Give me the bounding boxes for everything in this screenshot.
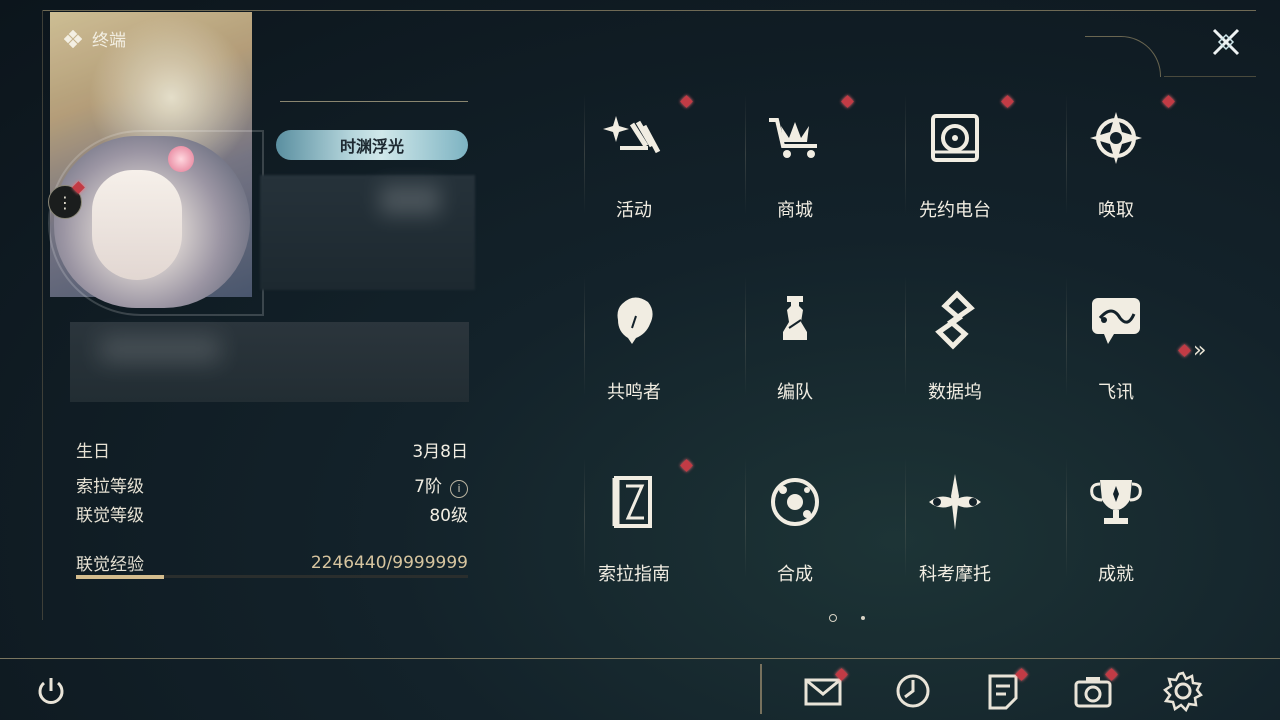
camera-button[interactable] (1072, 668, 1118, 712)
clock-button[interactable] (892, 670, 934, 712)
menu-item-4[interactable]: 共鸣者 (564, 280, 704, 430)
menu-item-7[interactable]: 飞讯 (1046, 280, 1186, 430)
menu-item-label: 飞讯 (1098, 382, 1134, 403)
grid-separator (905, 458, 906, 578)
grid-separator (1066, 458, 1067, 578)
synthesis-icon (771, 478, 819, 526)
menu-item-3[interactable]: 唤取 (1046, 95, 1186, 248)
birthday-label: 生日 (76, 442, 110, 462)
menu-item-label: 合成 (777, 564, 813, 585)
notice-button[interactable] (982, 668, 1028, 712)
menu-item-10[interactable]: 科考摩托 (885, 462, 1025, 612)
menu-item-label: 先约电台 (919, 200, 991, 221)
clock-icon (896, 674, 930, 708)
birthday-value: 3月8日 (412, 442, 468, 462)
notification-badge (841, 95, 854, 108)
sola-level-value: 7阶 (414, 477, 442, 497)
menu-item-label: 成就 (1098, 564, 1134, 585)
union-level-value: 80级 (429, 506, 468, 526)
terminal-icon (64, 29, 82, 48)
next-page-badge (1178, 344, 1191, 357)
menu-item-11[interactable]: 成就 (1046, 462, 1186, 612)
menu-item-9[interactable]: 合成 (725, 462, 865, 612)
sparkle-icon (603, 116, 661, 154)
data-dock-icon (935, 290, 975, 350)
info-row-union-level: 联觉等级 80级 (76, 501, 468, 526)
sola-level-label: 索拉等级 (76, 477, 144, 498)
grid-separator (1066, 94, 1067, 214)
crown-cart-icon (769, 118, 817, 158)
menu-item-6[interactable]: 数据坞 (885, 280, 1025, 430)
menu-item-8[interactable]: 索拉指南 (564, 459, 704, 612)
grid-separator (584, 94, 585, 214)
exp-label: 联觉经验 (76, 555, 144, 575)
frame-corner (1085, 36, 1161, 77)
menu-item-label: 商城 (777, 200, 813, 221)
frame-top-line (42, 10, 1256, 11)
close-icon[interactable] (1206, 22, 1246, 62)
menu-item-0[interactable]: 活动 (564, 95, 704, 248)
blurred-name-area (260, 175, 475, 290)
frame-right-line (1164, 76, 1256, 77)
grid-separator (905, 94, 906, 214)
grid-separator (584, 276, 585, 396)
double-chevron-right-icon: » (1193, 338, 1207, 363)
settings-gear-button[interactable] (1162, 670, 1204, 713)
exp-value: 2246440/9999999 (310, 552, 468, 573)
motorbike-icon (929, 474, 981, 530)
menu-item-label: 科考摩托 (919, 564, 991, 585)
guide-book-icon (612, 476, 652, 528)
info-row-exp: 联觉经验 2246440/9999999 (76, 550, 468, 576)
trophy-icon (1090, 480, 1142, 524)
title-badge-text: 时渊浮光 (339, 137, 404, 156)
chess-piece-icon (783, 296, 807, 340)
info-row-birthday: 生日 3月8日 (76, 437, 468, 462)
terminal-header: 终端 (64, 26, 126, 51)
power-icon[interactable] (34, 674, 68, 708)
character-head-icon (617, 297, 653, 344)
mail-button[interactable] (802, 668, 848, 712)
blurred-signature-area (70, 322, 469, 402)
frame-left-line (42, 10, 43, 620)
info-icon[interactable]: i (450, 479, 468, 498)
grid-separator (745, 458, 746, 578)
menu-item-5[interactable]: 编队 (725, 280, 865, 430)
notification-badge (680, 95, 693, 108)
chat-bubble-icon (1092, 298, 1140, 344)
avatar-flower (168, 146, 194, 172)
menu-item-label: 编队 (777, 382, 813, 403)
menu-item-label: 索拉指南 (598, 564, 670, 585)
terminal-label: 终端 (92, 31, 126, 51)
notification-badge (1162, 95, 1175, 108)
bottom-separator (760, 664, 762, 714)
exp-progress-fill (76, 575, 165, 579)
union-level-label: 联觉等级 (76, 506, 144, 526)
grid-separator (745, 94, 746, 214)
title-badge[interactable]: 时渊浮光 (276, 130, 468, 160)
compass-icon (1090, 112, 1142, 164)
menu-item-label: 数据坞 (928, 382, 982, 403)
title-divider (280, 101, 468, 102)
page-indicator-1[interactable] (829, 614, 837, 622)
grid-separator (745, 276, 746, 396)
notification-badge (680, 459, 693, 472)
grid-separator (905, 276, 906, 396)
info-row-sola-level: 索拉等级 7阶 i (76, 472, 468, 498)
bottom-bar-line (0, 658, 1280, 659)
grid-separator (584, 458, 585, 578)
next-page-button[interactable]: » (1178, 338, 1207, 363)
radio-icon (931, 114, 979, 162)
menu-item-2[interactable]: 先约电台 (885, 95, 1025, 248)
grid-separator (1066, 276, 1067, 396)
menu-item-1[interactable]: 商城 (725, 95, 865, 248)
avatar-face (92, 170, 182, 280)
menu-item-label: 唤取 (1098, 200, 1134, 221)
settings-gear-icon (1163, 671, 1203, 713)
notification-badge (1001, 95, 1014, 108)
menu-item-label: 活动 (616, 200, 652, 221)
page-indicator-2[interactable] (861, 616, 865, 620)
menu-item-label: 共鸣者 (607, 382, 661, 403)
sola-level-value-wrap: 7阶 i (414, 472, 468, 498)
